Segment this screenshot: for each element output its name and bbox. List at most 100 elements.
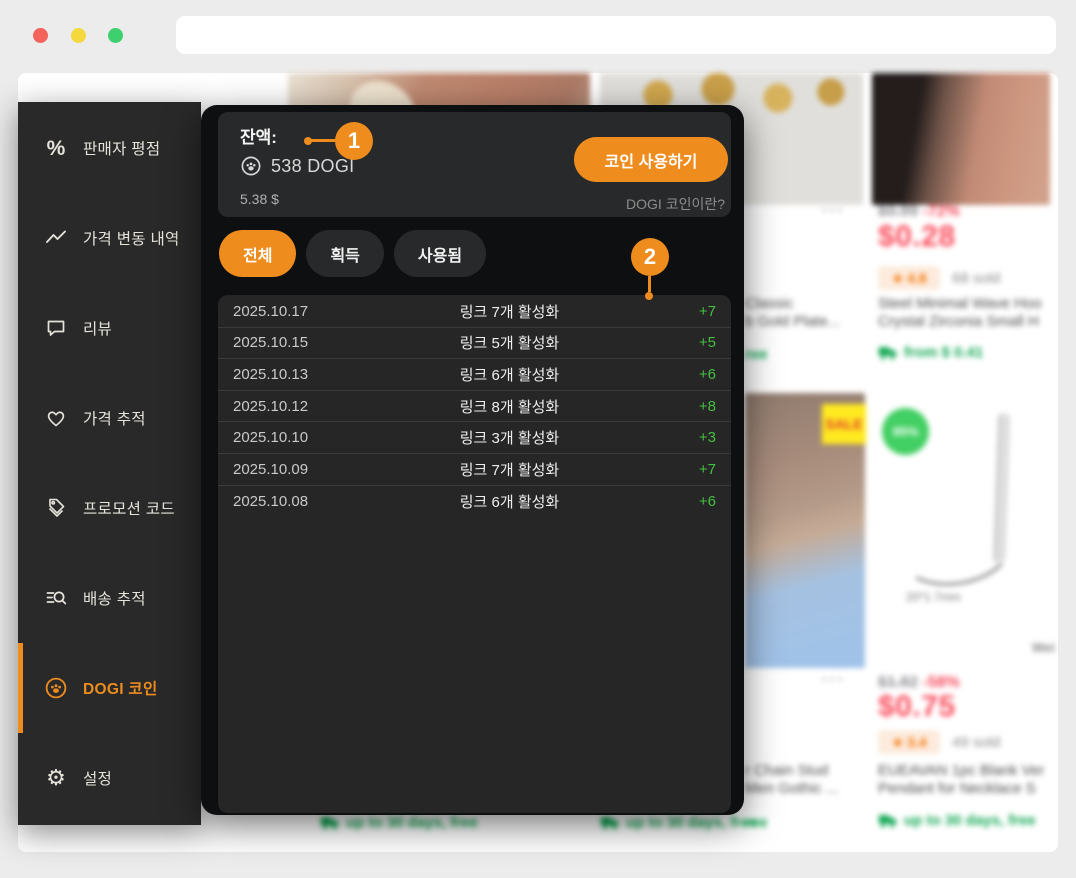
product-title-line[interactable]: Men Gothic ...: [745, 780, 838, 798]
gear-icon: ⚙: [44, 767, 68, 789]
sidebar-item-label: 판매자 평점: [83, 137, 160, 159]
dogi-coin-panel: 잔액: 538 DOGI 5.38 $ 코인 사용하기 DOGI 코인이란? 전…: [201, 105, 744, 815]
sidebar-item-price-history[interactable]: 가격 변동 내역: [18, 193, 201, 283]
history-amount: +5: [658, 334, 716, 351]
tab-earned[interactable]: 획득: [306, 230, 383, 277]
history-row[interactable]: 2025.10.08 링크 6개 활성화 +6: [218, 486, 731, 518]
history-row[interactable]: 2025.10.09 링크 7개 활성화 +7: [218, 454, 731, 486]
dimension-text: 20*1.7mm: [906, 590, 961, 604]
shipping-info: from $ 0.41: [878, 344, 983, 361]
history-date: 2025.10.09: [233, 461, 361, 478]
close-window-button[interactable]: [33, 28, 48, 43]
minimize-window-button[interactable]: [71, 28, 86, 43]
discount-percent: -58%: [923, 674, 960, 691]
history-date: 2025.10.12: [233, 398, 361, 415]
trend-icon: [44, 227, 68, 249]
history-amount: +8: [658, 398, 716, 415]
product-photo-earring[interactable]: [872, 73, 1050, 205]
sidebar-item-shipping-tracking[interactable]: 배송 추적: [18, 553, 201, 643]
rating-badge: ★ 3.4: [878, 730, 940, 754]
paw-coin-icon: [240, 155, 262, 177]
history-description: 링크 7개 활성화: [361, 301, 658, 322]
shipping-text: up to 30 days, free: [626, 814, 758, 831]
sidebar-item-price-tracking[interactable]: 가격 추적: [18, 373, 201, 463]
what-is-dogi-link[interactable]: DOGI 코인이란?: [626, 194, 725, 214]
sold-count: 49 sold: [952, 734, 1000, 751]
history-row[interactable]: 2025.10.12 링크 8개 활성화 +8: [218, 391, 731, 423]
history-row[interactable]: 2025.10.13 링크 6개 활성화 +6: [218, 359, 731, 391]
price-row: $0.99 -72%: [878, 203, 960, 221]
card-menu-dots[interactable]: ···: [822, 201, 845, 221]
sidebar-item-label: 프로모션 코드: [83, 497, 175, 519]
history-description: 링크 3개 활성화: [361, 427, 658, 448]
product-title-line[interactable]: Pendant for Necklace S: [878, 780, 1036, 798]
coin-history-list: 2025.10.17 링크 7개 활성화 +7 2025.10.15 링크 5개…: [218, 295, 731, 813]
sold-count: 68 sold: [952, 270, 1000, 287]
truck-icon: [878, 346, 898, 360]
heart-icon: [44, 407, 68, 429]
annotation-2-circle: 2: [631, 238, 669, 276]
sidebar-item-promo-codes[interactable]: 프로모션 코드: [18, 463, 201, 553]
rating-badge: ★ 4.8: [878, 266, 940, 290]
sidebar-item-reviews[interactable]: 리뷰: [18, 283, 201, 373]
history-amount: +3: [658, 429, 716, 446]
shipping-text: ree: [745, 346, 768, 363]
product-title-line[interactable]: r Chain Stud: [745, 762, 828, 780]
product-title-line[interactable]: Classic: [745, 295, 793, 313]
tab-used[interactable]: 사용됨: [394, 230, 486, 277]
track-search-icon: [44, 587, 68, 609]
history-row[interactable]: 2025.10.10 링크 3개 활성화 +3: [218, 422, 731, 454]
history-date: 2025.10.17: [233, 303, 361, 320]
sale-price: $0.28: [878, 220, 956, 254]
tab-all[interactable]: 전체: [219, 230, 296, 277]
chat-icon: [44, 317, 68, 339]
original-price: $1.82: [878, 674, 918, 691]
history-filter-tabs: 전체 획득 사용됨: [219, 230, 486, 277]
history-row[interactable]: 2025.10.15 링크 5개 활성화 +5: [218, 328, 731, 360]
annotation-1-circle: 1: [335, 122, 373, 160]
history-description: 링크 5개 활성화: [361, 332, 658, 353]
history-row[interactable]: 2025.10.17 링크 7개 활성화 +7: [218, 296, 731, 328]
history-amount: +7: [658, 303, 716, 320]
sidebar-item-label: 가격 추적: [83, 407, 146, 429]
product-title-line[interactable]: Steel Minimal Wave Hoo: [878, 295, 1042, 313]
sidebar-item-label: DOGI 코인: [83, 677, 158, 699]
sidebar-item-label: 가격 변동 내역: [83, 227, 180, 249]
card-menu-dots[interactable]: ···: [822, 670, 845, 690]
product-title-line[interactable]: Crystal Zirconia Small H: [878, 313, 1039, 331]
sidebar-item-label: 설정: [83, 767, 112, 789]
address-bar[interactable]: [176, 16, 1056, 54]
use-coins-button[interactable]: 코인 사용하기: [574, 137, 728, 182]
history-amount: +7: [658, 461, 716, 478]
paw-coin-icon: [44, 676, 68, 700]
history-description: 링크 7개 활성화: [361, 459, 658, 480]
usd-value: 5.38 $: [240, 191, 279, 207]
sidebar-item-seller-rating[interactable]: % 판매자 평점: [18, 103, 201, 193]
tag-icon: [44, 497, 68, 519]
truck-icon: [320, 816, 340, 830]
sidebar-item-settings[interactable]: ⚙ 설정: [18, 733, 201, 823]
weight-text: Wei: [1032, 640, 1055, 655]
sidebar-item-dogi-coin[interactable]: DOGI 코인: [18, 643, 201, 733]
truck-icon: [878, 814, 898, 828]
history-description: 링크 6개 활성화: [361, 364, 658, 385]
history-date: 2025.10.13: [233, 366, 361, 383]
product-title-line[interactable]: EUEAVAN 1pc Blank Ver: [878, 762, 1044, 780]
percent-icon: %: [44, 138, 68, 159]
discount-circle-badge: 95%: [882, 408, 929, 455]
rating-value: 4.8: [907, 270, 926, 286]
original-price: $0.99: [878, 203, 918, 220]
shipping-text: up to 30 days, free: [346, 814, 478, 831]
shipping-text: from $ 0.41: [904, 344, 983, 361]
rating-value: 3.4: [907, 734, 926, 750]
extension-sidebar: % 판매자 평점 가격 변동 내역 리뷰 가격 추적 프로모션 코드: [18, 102, 201, 825]
annotation-2-dot: [645, 292, 653, 300]
truck-icon: [600, 816, 620, 830]
coin-balance: 538 DOGI: [240, 155, 354, 177]
coin-amount: 538 DOGI: [271, 156, 354, 177]
sidebar-item-label: 배송 추적: [83, 587, 146, 609]
shipping-info: ree: [745, 346, 768, 363]
history-date: 2025.10.10: [233, 429, 361, 446]
maximize-window-button[interactable]: [108, 28, 123, 43]
product-title-line[interactable]: b Gold Plate...: [745, 313, 840, 331]
